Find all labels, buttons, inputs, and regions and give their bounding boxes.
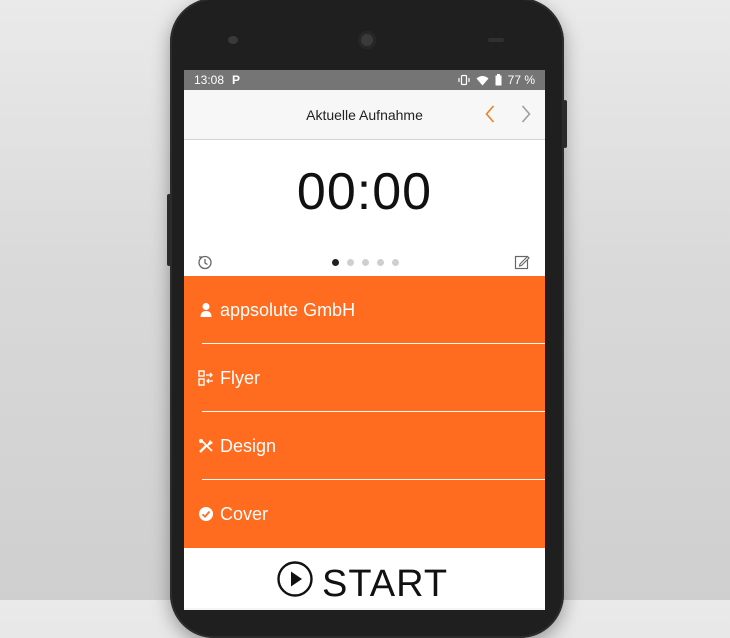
page-dot[interactable]	[377, 259, 384, 266]
page-dot[interactable]	[347, 259, 354, 266]
timer-display: 00:00	[296, 163, 433, 221]
page-dot[interactable]	[392, 259, 399, 266]
start-panel: START	[184, 548, 545, 608]
chevron-left-icon[interactable]	[480, 104, 500, 124]
page-indicator	[332, 259, 399, 266]
status-time: 13:08	[194, 73, 225, 87]
proximity-sensor	[228, 36, 238, 44]
battery-percent: 77 %	[507, 73, 535, 87]
list-item-project[interactable]: Flyer	[184, 344, 545, 412]
parking-indicator: P	[232, 73, 241, 87]
list-item-customer[interactable]: appsolute GmbH	[184, 276, 545, 344]
ambient-sensor	[488, 38, 504, 42]
volume-button	[167, 194, 171, 266]
page-title: Aktuelle Aufnahme	[306, 106, 423, 123]
list-item-label: Flyer	[220, 367, 260, 388]
chevron-right-icon[interactable]	[516, 104, 536, 124]
person-icon	[198, 302, 214, 318]
page-dot[interactable]	[362, 259, 369, 266]
list-item-activity[interactable]: Design	[184, 412, 545, 480]
status-bar: 13:08 P 77 %	[184, 70, 545, 90]
check-circle-icon	[198, 506, 214, 522]
list-item-label: Cover	[220, 503, 269, 524]
edit-icon[interactable]	[514, 254, 530, 275]
wifi-icon	[476, 75, 489, 86]
list-item-label: Design	[220, 435, 277, 456]
front-camera	[358, 31, 376, 49]
history-icon[interactable]	[197, 254, 213, 275]
list-item-task[interactable]: Cover	[184, 480, 545, 548]
list-item-label: appsolute GmbH	[220, 299, 356, 320]
tools-icon	[198, 438, 214, 454]
app-header: Aktuelle Aufnahme	[184, 90, 545, 140]
app-screen: 13:08 P 77 % Aktuelle Aufnahme 00:00 app…	[184, 70, 545, 610]
start-label: START	[322, 562, 449, 605]
power-button	[563, 100, 567, 148]
battery-icon	[495, 74, 502, 86]
start-button[interactable]: START	[276, 560, 448, 608]
page-dot[interactable]	[332, 259, 339, 266]
vibrate-icon	[458, 74, 470, 86]
selection-list: appsolute GmbH Flyer Design Cover	[184, 276, 545, 548]
play-circle-icon	[276, 560, 314, 608]
timer-panel: 00:00	[184, 140, 545, 276]
project-icon	[198, 370, 214, 386]
status-icons: 77 %	[458, 73, 535, 87]
